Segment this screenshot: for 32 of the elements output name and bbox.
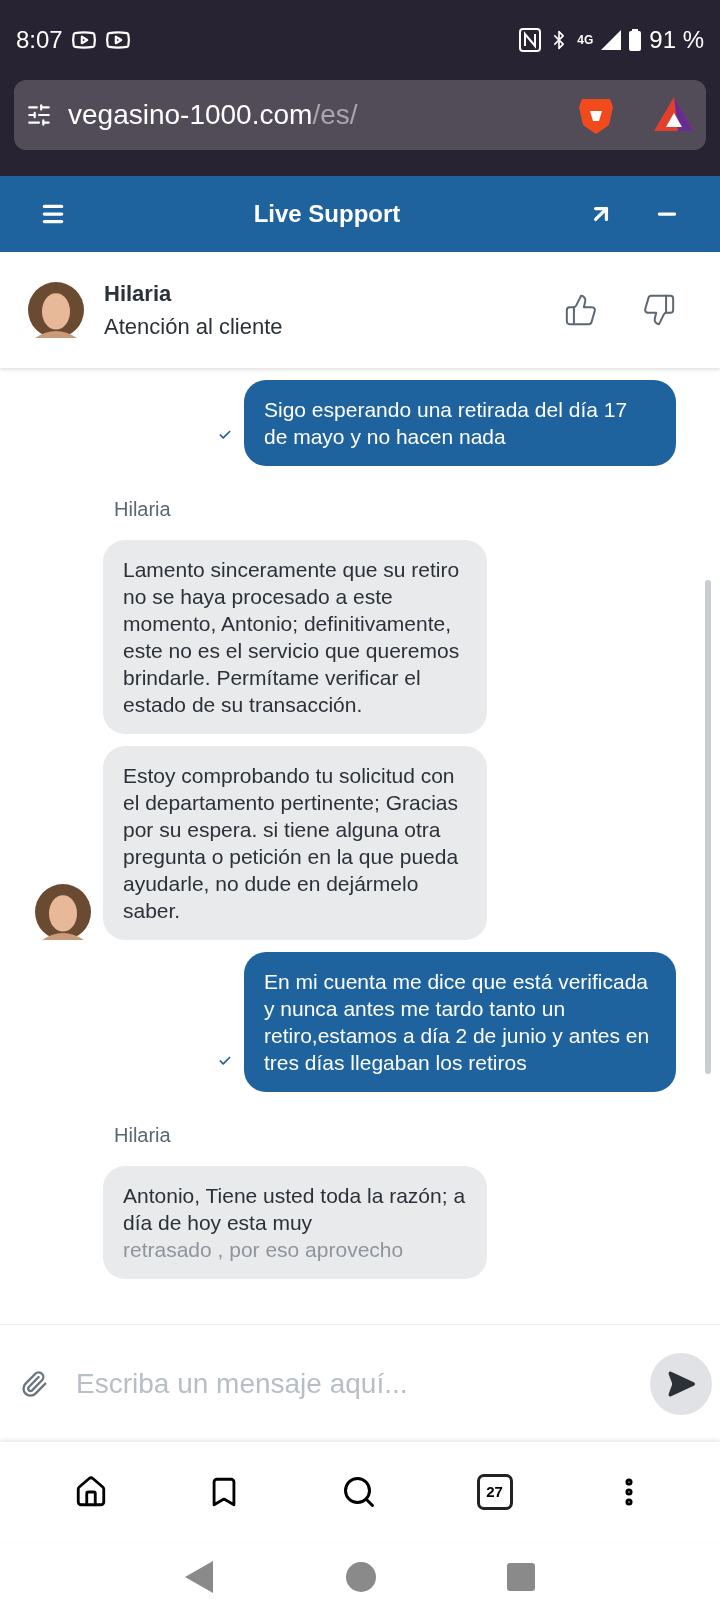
network-type: 4G xyxy=(577,32,594,49)
triangle-logo-icon[interactable] xyxy=(654,97,694,133)
thumbs-up-icon[interactable] xyxy=(564,293,598,327)
avatar-icon xyxy=(28,282,84,338)
url-text: vegasino-1000.com/es/ xyxy=(68,98,359,132)
user-message-bubble: En mi cuenta me dice que está verificada y nunca antes me tardo tanto un retiro,estamos a día 2 de junio y antes en tres días llegaban los retiros xyxy=(244,952,676,1092)
site-settings-icon[interactable] xyxy=(26,102,52,128)
back-icon[interactable] xyxy=(185,1561,216,1593)
signal-icon xyxy=(601,30,622,50)
message-input[interactable]: Escriba un mensaje aquí... xyxy=(76,1362,622,1405)
nfc-icon xyxy=(519,28,542,52)
agent-role: Atención al cliente xyxy=(104,313,284,341)
recents-icon[interactable] xyxy=(506,1563,535,1591)
agent-name-label: Hilaria xyxy=(113,497,172,522)
address-bar[interactable]: vegasino-1000.com/es/ xyxy=(14,80,706,150)
status-time: 8:07 xyxy=(16,25,63,55)
agent-message-bubble: Estoy comprobando tu solicitud con el departamento pertinente; Gracias por su espera. si tiene alguna otra pregunta o petición en la que pueda ayudarle, no dude en dejármelo saber. xyxy=(103,746,487,940)
agent-message-bubble: Lamento sinceramente que su retiro no se haya procesado a este momento, Antonio; definitivamente, este no es el servicio que queremos brindarle. Permítame verificar el estado de su transacción. xyxy=(103,540,487,734)
battery-percent: 91 % xyxy=(649,25,704,55)
user-message-bubble: Sigo esperando una retirada del día 17 de mayo y no hacen nada xyxy=(244,380,676,466)
agent-name: Hilaria xyxy=(104,280,173,308)
agent-name-label: Hilaria xyxy=(113,1123,172,1148)
attach-icon[interactable] xyxy=(20,1369,48,1398)
chat-title: Live Support xyxy=(252,199,402,229)
search-icon[interactable] xyxy=(341,1474,377,1510)
tabs-button[interactable]: 27 xyxy=(476,1474,513,1510)
home-circle-icon[interactable] xyxy=(346,1562,376,1592)
agent-message-bubble: Antonio, Tiene usted toda la razón; a día de hoy esta muy retrasado , por eso aprovecho xyxy=(103,1166,487,1279)
battery-icon xyxy=(629,29,642,51)
scrollbar[interactable] xyxy=(705,580,711,1074)
send-icon xyxy=(666,1368,696,1399)
thumbs-down-icon[interactable] xyxy=(642,293,676,327)
